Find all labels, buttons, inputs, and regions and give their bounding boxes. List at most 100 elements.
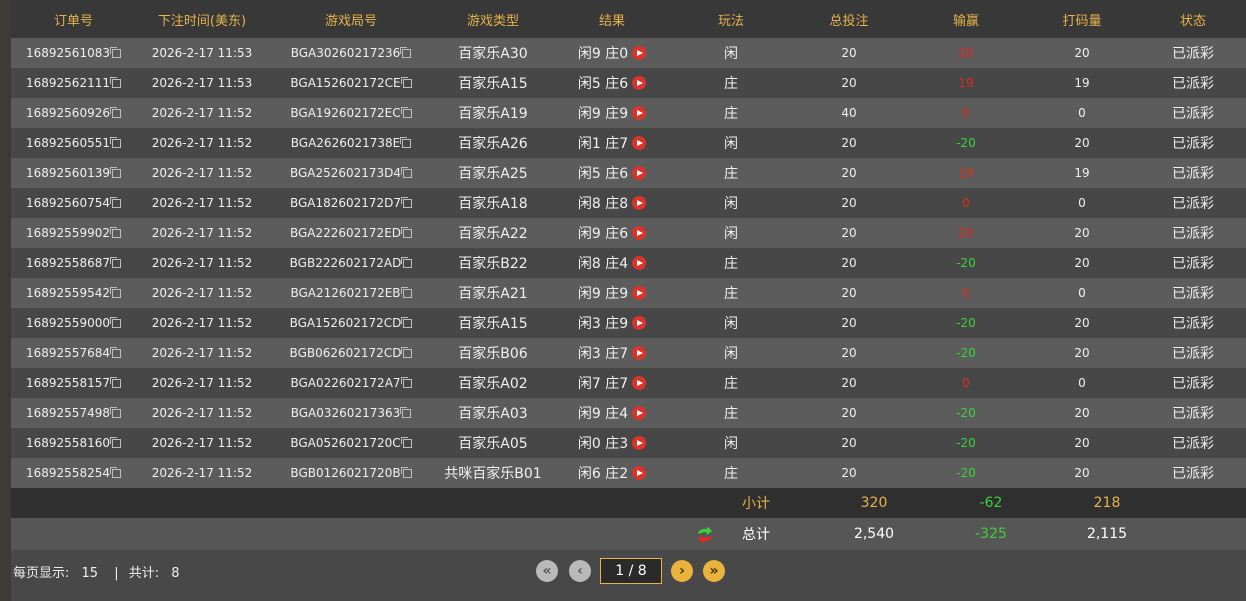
game-type: 百家乐A19 xyxy=(434,98,552,128)
bet-time: 2026-2-17 11:52 xyxy=(136,128,268,158)
copy-icon[interactable] xyxy=(400,107,412,118)
order-number: 16892558254 xyxy=(26,466,110,480)
order-number: 16892557498 xyxy=(26,406,110,420)
copy-icon[interactable] xyxy=(109,137,121,148)
total-bet: 20 xyxy=(790,218,908,248)
play-replay-icon[interactable] xyxy=(632,346,647,360)
copy-icon[interactable] xyxy=(401,257,413,268)
play-replay-icon[interactable] xyxy=(632,466,647,480)
copy-icon[interactable] xyxy=(109,317,121,328)
code-amount: 20 xyxy=(1024,308,1140,338)
play-replay-icon[interactable] xyxy=(632,376,647,390)
play-replay-icon[interactable] xyxy=(632,46,647,60)
win-loss: -20 xyxy=(908,128,1024,158)
round-cell: BGA152602172CE xyxy=(268,68,434,98)
round-cell: BGA192602172EC xyxy=(268,98,434,128)
game-type: 百家乐A15 xyxy=(434,68,552,98)
order-cell: 16892559902 xyxy=(11,218,136,248)
order-number: 16892559902 xyxy=(26,226,110,240)
copy-icon[interactable] xyxy=(109,77,121,88)
code-amount: 20 xyxy=(1024,38,1140,68)
first-page-button[interactable]: « xyxy=(536,560,558,582)
prev-page-button[interactable]: ‹ xyxy=(569,560,591,582)
total-bet: 20 xyxy=(790,398,908,428)
copy-icon[interactable] xyxy=(400,467,412,478)
copy-icon[interactable] xyxy=(400,407,412,418)
play-replay-icon[interactable] xyxy=(632,166,647,180)
copy-icon[interactable] xyxy=(400,47,412,58)
page-input[interactable]: 1 / 8 xyxy=(600,558,662,584)
total-code: 2,115 xyxy=(1086,526,1128,542)
copy-icon[interactable] xyxy=(109,257,121,268)
result-text: 闲5 庄6 xyxy=(577,166,629,182)
round-number: BGA192602172EC xyxy=(290,106,401,120)
copy-icon[interactable] xyxy=(400,287,412,298)
copy-icon[interactable] xyxy=(400,377,412,388)
next-page-button[interactable]: › xyxy=(671,560,693,582)
result-text: 闲8 庄8 xyxy=(577,196,629,212)
play-replay-icon[interactable] xyxy=(632,226,647,240)
total-bet: 20 xyxy=(790,128,908,158)
table-row: 16892558160 2026-2-17 11:52 BGA0526021720C… xyxy=(11,428,1246,458)
play-replay-icon[interactable] xyxy=(632,136,647,150)
copy-icon[interactable] xyxy=(109,167,121,178)
copy-icon[interactable] xyxy=(109,287,121,298)
play-replay-icon[interactable] xyxy=(632,256,647,270)
table-row: 16892560926 2026-2-17 11:52 BGA192602172EC… xyxy=(11,98,1246,128)
copy-icon[interactable] xyxy=(400,137,412,148)
double-chevron-left-icon: « xyxy=(542,563,552,579)
game-type: 共咪百家乐B01 xyxy=(434,458,552,488)
copy-icon[interactable] xyxy=(400,437,412,448)
order-cell: 16892557684 xyxy=(11,338,136,368)
win-loss: 0 xyxy=(908,98,1024,128)
round-cell: BGA212602172EB xyxy=(268,278,434,308)
table-row: 16892558254 2026-2-17 11:52 BGB0126021720B… xyxy=(11,458,1246,488)
copy-icon[interactable] xyxy=(401,317,413,328)
status-text: 已派彩 xyxy=(1140,128,1246,158)
copy-icon[interactable] xyxy=(109,377,121,388)
game-type: 百家乐A22 xyxy=(434,218,552,248)
round-number: BGA03260217363 xyxy=(290,406,401,420)
round-number: BGB222602172AD xyxy=(289,256,402,270)
copy-icon[interactable] xyxy=(109,347,121,358)
win-loss: -20 xyxy=(908,458,1024,488)
copy-icon[interactable] xyxy=(109,437,121,448)
bet-type: 闲 xyxy=(672,308,790,338)
result-text: 闲9 庄6 xyxy=(577,226,629,242)
last-page-button[interactable]: » xyxy=(703,560,725,582)
copy-icon[interactable] xyxy=(109,407,121,418)
result-text: 闲9 庄9 xyxy=(577,106,629,122)
round-cell: BGA252602173D4 xyxy=(268,158,434,188)
play-replay-icon[interactable] xyxy=(632,406,647,420)
round-number: BGA252602173D4 xyxy=(289,166,402,180)
copy-icon[interactable] xyxy=(401,167,413,178)
copy-icon[interactable] xyxy=(109,467,121,478)
copy-icon[interactable] xyxy=(400,77,412,88)
play-replay-icon[interactable] xyxy=(632,196,647,210)
copy-icon[interactable] xyxy=(401,197,413,208)
count-label: 共计: xyxy=(128,566,160,581)
win-loss: 19 xyxy=(908,68,1024,98)
result-text: 闲1 庄7 xyxy=(577,136,629,152)
copy-icon[interactable] xyxy=(401,227,413,238)
copy-icon[interactable] xyxy=(109,197,121,208)
round-number: BGA222602172ED xyxy=(289,226,402,240)
play-replay-icon[interactable] xyxy=(632,436,647,450)
order-number: 16892560139 xyxy=(26,166,110,180)
copy-icon[interactable] xyxy=(109,47,121,58)
play-replay-icon[interactable] xyxy=(632,316,647,330)
bet-type: 庄 xyxy=(672,458,790,488)
copy-icon[interactable] xyxy=(401,347,413,358)
play-replay-icon[interactable] xyxy=(632,76,647,90)
copy-icon[interactable] xyxy=(109,227,121,238)
play-replay-icon[interactable] xyxy=(632,286,647,300)
copy-icon[interactable] xyxy=(109,107,121,118)
play-replay-icon[interactable] xyxy=(632,106,647,120)
round-cell: BGA2626021738E xyxy=(268,128,434,158)
total-bet: 2,540 xyxy=(853,526,895,542)
bet-type: 闲 xyxy=(672,128,790,158)
bet-type: 庄 xyxy=(672,278,790,308)
result-cell: 闲3 庄7 xyxy=(552,338,672,368)
bet-type: 闲 xyxy=(672,188,790,218)
chevron-left-icon: ‹ xyxy=(577,563,583,579)
